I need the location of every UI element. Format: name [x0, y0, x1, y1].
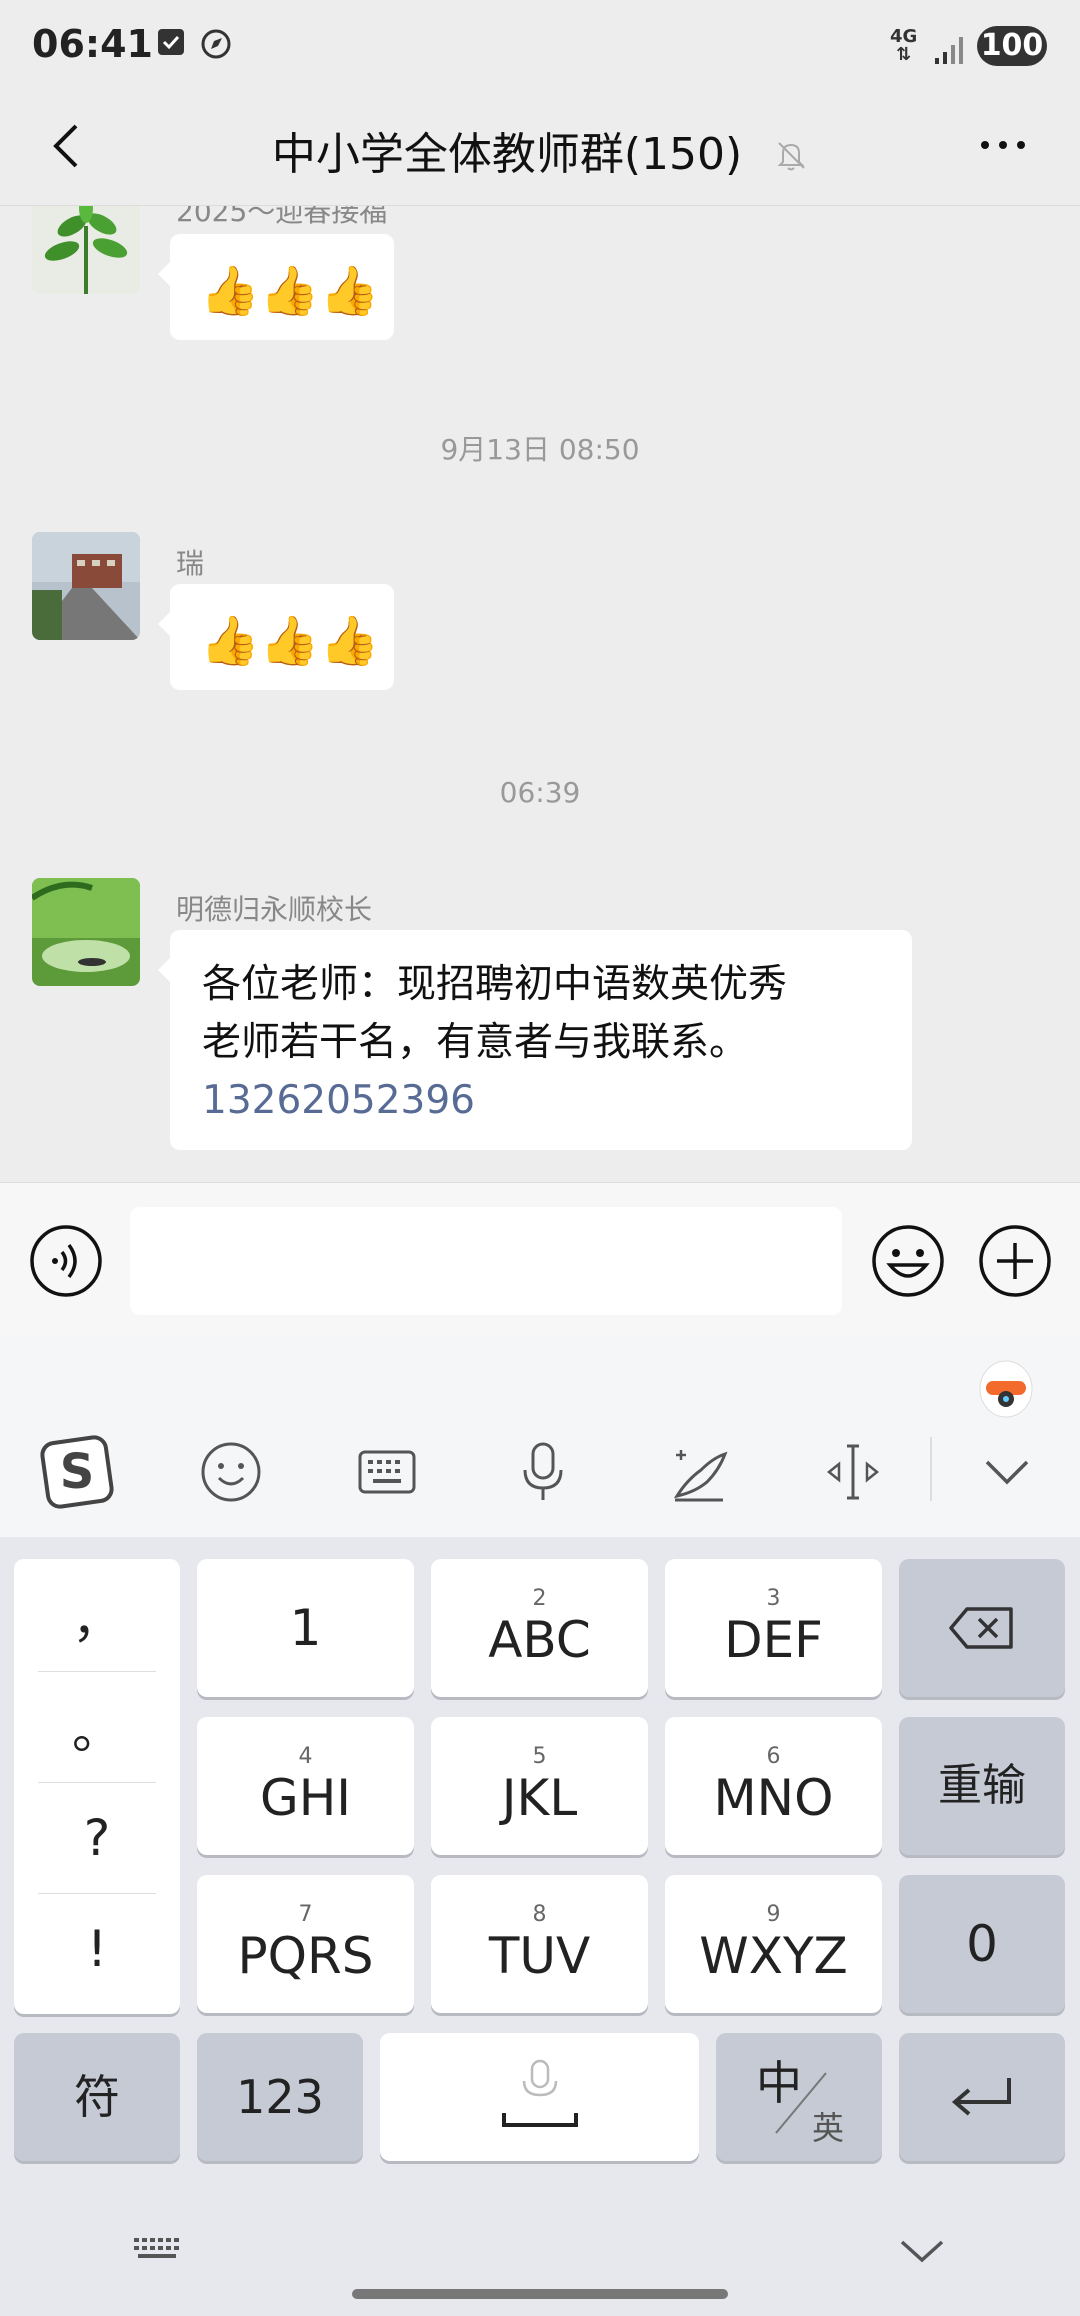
keyboard-layout-icon[interactable]: [332, 1407, 442, 1537]
svg-text:S: S: [60, 1444, 95, 1500]
punctuation-key[interactable]: ?: [14, 1783, 180, 1893]
avatar[interactable]: [32, 206, 140, 294]
space-mic-icon: [501, 2059, 578, 2127]
key-tuv[interactable]: 8 TUV: [431, 1875, 648, 2013]
sogou-logo-icon[interactable]: S: [22, 1407, 132, 1537]
key-ghi[interactable]: 4 GHI: [197, 1717, 414, 1855]
timestamp: 9月13日 08:50: [440, 433, 640, 466]
sender-name: 2025～迎春接福: [176, 206, 388, 228]
key-abc[interactable]: 2 ABC: [431, 1559, 648, 1697]
sender-name: 明德归永顺校长: [176, 893, 373, 926]
key-pqrs[interactable]: 7 PQRS: [197, 1875, 414, 2013]
key-1[interactable]: 1: [197, 1559, 414, 1697]
keyboard-switch-icon[interactable]: [130, 2230, 190, 2270]
punctuation-key[interactable]: !: [14, 1894, 180, 2004]
key-mno[interactable]: 6 MNO: [665, 1717, 882, 1855]
status-bar: 06:41 4G ⇅ 100: [0, 0, 1080, 90]
message-bubble[interactable]: 👍👍👍: [158, 584, 394, 690]
key-label: ABC: [488, 1611, 591, 1669]
key-label: TUV: [488, 1927, 591, 1985]
key-label: 重输: [938, 1760, 1026, 1811]
message-text: 各位老师：现招聘初中语数英优秀 老师若干名，有意者与我联系。 132620523…: [202, 956, 892, 1130]
network-indicator: 4G ⇅: [890, 26, 918, 65]
microphone-icon[interactable]: [488, 1407, 598, 1537]
home-indicator[interactable]: [352, 2289, 728, 2299]
key-def[interactable]: 3 DEF: [665, 1559, 882, 1697]
emoji-icon[interactable]: [870, 1223, 946, 1299]
timestamp: 06:39: [499, 776, 581, 809]
key-label: GHI: [259, 1769, 352, 1827]
key-label: 0: [966, 1915, 998, 1973]
message-line: 各位老师：现招聘初中语数英优秀: [202, 962, 788, 1007]
compass-notification-icon: [200, 28, 232, 64]
space-key[interactable]: [380, 2033, 699, 2161]
punctuation-key[interactable]: 。: [14, 1672, 180, 1782]
input-bar: [0, 1182, 1080, 1338]
hide-keyboard-icon[interactable]: [892, 2226, 952, 2276]
phone-link[interactable]: 13262052396: [202, 1072, 892, 1130]
chat-title: 中小学全体教师群(150): [0, 118, 1080, 183]
key-label: 符: [74, 2070, 120, 2124]
plus-icon[interactable]: [977, 1223, 1053, 1299]
avatar[interactable]: [32, 532, 140, 640]
symbols-key[interactable]: 符: [14, 2033, 180, 2161]
handwriting-icon[interactable]: [644, 1407, 754, 1537]
key-label: 123: [236, 2070, 324, 2124]
key-subtext: 8: [532, 1902, 547, 1927]
key-wxyz[interactable]: 9 WXYZ: [665, 1875, 882, 2013]
mute-bell-icon: [774, 132, 808, 183]
enter-key[interactable]: [899, 2033, 1065, 2161]
language-switch-key[interactable]: 中 英: [716, 2033, 882, 2161]
keyboard-toolbar: S: [0, 1337, 1080, 1537]
reenter-key[interactable]: 重输: [899, 1717, 1065, 1855]
lang-sub-label: 英: [812, 2109, 845, 2147]
emoji-panel-icon[interactable]: [176, 1407, 286, 1537]
punctuation-key[interactable]: ，: [14, 1561, 180, 1671]
battery-indicator: 100: [977, 26, 1047, 66]
key-label: DEF: [724, 1611, 823, 1669]
status-time: 06:41: [32, 22, 153, 66]
toolbar-row: S: [0, 1407, 1080, 1537]
key-subtext: 7: [298, 1902, 313, 1927]
punctuation-column[interactable]: ， 。 ? !: [14, 1559, 180, 2014]
message-input[interactable]: [130, 1207, 842, 1315]
backspace-key[interactable]: [899, 1559, 1065, 1697]
key-subtext: 6: [766, 1744, 781, 1769]
key-subtext: 4: [298, 1744, 313, 1769]
chat-header: 中小学全体教师群(150): [0, 90, 1080, 206]
message-bubble[interactable]: 各位老师：现招聘初中语数英优秀 老师若干名，有意者与我联系。 132620523…: [158, 930, 912, 1150]
key-label: PQRS: [237, 1927, 374, 1985]
voice-toggle-icon[interactable]: [28, 1223, 104, 1299]
key-subtext: 5: [532, 1744, 547, 1769]
key-label: MNO: [713, 1769, 834, 1827]
cursor-move-icon[interactable]: [798, 1407, 908, 1537]
message-text: 👍👍👍: [200, 613, 380, 669]
key-label: 1: [289, 1599, 322, 1657]
numbers-key[interactable]: 123: [197, 2033, 363, 2161]
zero-key[interactable]: 0: [899, 1875, 1065, 2013]
chat-area[interactable]: 2025～迎春接福 👍👍👍 9月13日 08:50 瑞 👍👍👍 06:39 明德…: [0, 206, 1080, 1182]
checkbox-notification-icon: [157, 28, 185, 60]
key-label: JKL: [501, 1769, 578, 1827]
toolbar-divider: [930, 1437, 932, 1501]
collapse-keyboard-icon[interactable]: [952, 1407, 1062, 1537]
message-text: 👍👍👍: [200, 263, 380, 319]
backspace-icon: [949, 1607, 1013, 1649]
key-subtext: 9: [766, 1902, 781, 1927]
key-jkl[interactable]: 5 JKL: [431, 1717, 648, 1855]
chat-title-text: 中小学全体教师群(150): [271, 129, 743, 180]
key-subtext: 3: [766, 1586, 781, 1611]
key-subtext: 2: [532, 1586, 547, 1611]
more-options-icon[interactable]: [975, 120, 1035, 170]
key-label: WXYZ: [699, 1927, 848, 1985]
signal-icon: [935, 32, 967, 70]
message-bubble[interactable]: 👍👍👍: [158, 234, 394, 340]
enter-icon: [951, 2078, 1011, 2116]
message-line: 老师若干名，有意者与我联系。: [202, 1020, 749, 1065]
avatar[interactable]: [32, 878, 140, 986]
sender-name: 瑞: [176, 547, 205, 580]
